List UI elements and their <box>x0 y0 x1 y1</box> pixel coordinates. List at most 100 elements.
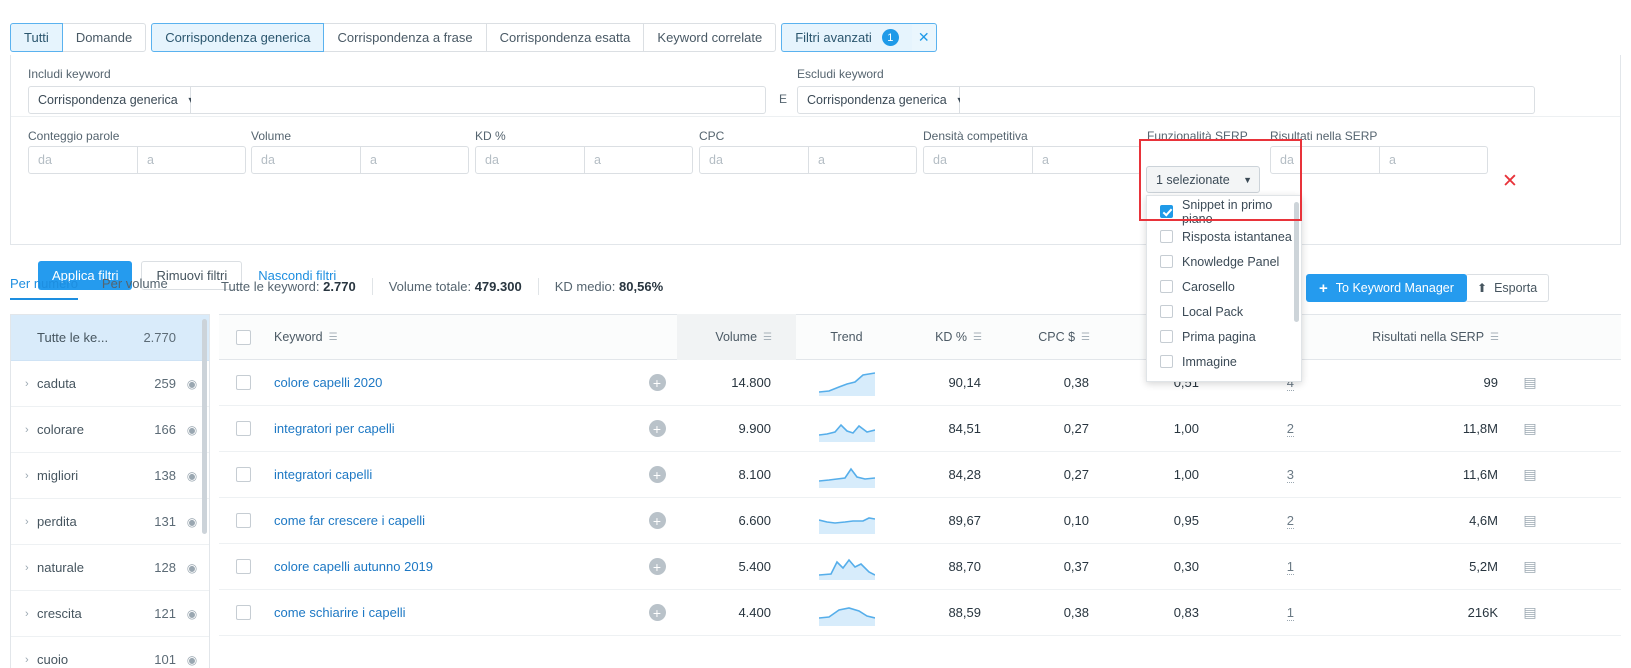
sidebar-item-colorare[interactable]: › colorare 166 ◉ <box>11 407 209 453</box>
cpc-from[interactable]: da <box>699 146 809 174</box>
row-select-cell[interactable] <box>219 513 267 528</box>
sidebar-item-migliori[interactable]: › migliori 138 ◉ <box>11 453 209 499</box>
cell-sf[interactable]: 1 <box>1213 559 1320 575</box>
serp-document-icon[interactable]: ▤ <box>1523 512 1536 529</box>
th-results[interactable]: Risultati nella SERP ☰ <box>1320 330 1510 344</box>
chevron-right-icon[interactable]: › <box>25 654 37 666</box>
cell-keyword[interactable]: colore capelli autunno 2019 <box>267 559 637 574</box>
chevron-right-icon[interactable]: › <box>25 424 37 436</box>
checkbox-icon[interactable] <box>1160 230 1173 243</box>
keyword-link[interactable]: come far crescere i capelli <box>274 513 425 528</box>
row-checkbox[interactable] <box>235 467 251 482</box>
checkbox-icon[interactable] <box>1160 280 1173 293</box>
serp-document-icon[interactable]: ▤ <box>1523 374 1536 391</box>
eye-icon[interactable]: ◉ <box>185 607 199 621</box>
serp-features-select[interactable]: 1 selezionate ▼ <box>1146 166 1260 193</box>
cell-keyword[interactable]: come schiarire i capelli <box>267 605 637 620</box>
serp-document-icon[interactable]: ▤ <box>1523 466 1536 483</box>
cell-serp-icon[interactable]: ▤ <box>1510 420 1550 437</box>
row-checkbox[interactable] <box>235 513 251 528</box>
sidebar-item-caduta[interactable]: › caduta 259 ◉ <box>11 361 209 407</box>
row-checkbox[interactable] <box>235 375 251 390</box>
row-checkbox[interactable] <box>235 421 251 436</box>
export-button[interactable]: ⬆ Esporta <box>1465 274 1550 302</box>
cell-serp-icon[interactable]: ▤ <box>1510 466 1550 483</box>
cell-sf[interactable]: 3 <box>1213 467 1320 483</box>
serp-option-local-pack[interactable]: Local Pack <box>1147 299 1301 324</box>
serp-features-dropdown[interactable]: Snippet in primo piano Risposta istantan… <box>1146 195 1302 382</box>
tab-corrispondenza-a-frase[interactable]: Corrispondenza a frase <box>323 23 487 52</box>
close-icon[interactable]: ✕ <box>911 23 937 52</box>
serp-option-risposta-istantanea[interactable]: Risposta istantanea <box>1147 224 1301 249</box>
keyword-groups-sidebar[interactable]: Tutte le ke... 2.770 › caduta 259 ◉ › co… <box>10 314 210 668</box>
cell-keyword[interactable]: colore capelli 2020 <box>267 375 637 390</box>
keyword-link[interactable]: come schiarire i capelli <box>274 605 406 620</box>
tab-domande[interactable]: Domande <box>61 23 147 52</box>
serp-option-immagine[interactable]: Immagine <box>1147 349 1301 374</box>
add-keyword-icon[interactable]: + <box>648 558 666 575</box>
subtab-per-volume[interactable]: Per volume <box>102 276 168 300</box>
sidebar-scrollbar[interactable] <box>202 319 207 534</box>
row-select-cell[interactable] <box>219 421 267 436</box>
row-select-cell[interactable] <box>219 375 267 390</box>
chevron-right-icon[interactable]: › <box>25 470 37 482</box>
word-count-from[interactable]: da <box>28 146 138 174</box>
checkbox-icon[interactable] <box>1160 255 1173 268</box>
view-subtabs[interactable]: Per numero Per volume <box>10 276 192 300</box>
cell-add[interactable]: + <box>637 604 677 621</box>
volume-from[interactable]: da <box>251 146 361 174</box>
row-checkbox[interactable] <box>235 605 251 620</box>
sort-icon[interactable]: ☰ <box>763 332 772 343</box>
cell-keyword[interactable]: integratori per capelli <box>267 421 637 436</box>
cell-add[interactable]: + <box>637 512 677 529</box>
row-select-cell[interactable] <box>219 559 267 574</box>
chevron-right-icon[interactable]: › <box>25 378 37 390</box>
subtab-per-numero[interactable]: Per numero <box>10 276 78 300</box>
include-keyword-input[interactable] <box>191 86 766 114</box>
eye-icon[interactable]: ◉ <box>185 515 199 529</box>
serp-document-icon[interactable]: ▤ <box>1523 604 1536 621</box>
sort-icon[interactable]: ☰ <box>1490 332 1499 343</box>
word-count-to[interactable]: a <box>138 146 246 174</box>
kd-to[interactable]: a <box>585 146 693 174</box>
add-keyword-icon[interactable]: + <box>648 466 666 483</box>
competitive-density-range[interactable]: da a <box>923 146 1141 174</box>
sidebar-item-naturale[interactable]: › naturale 128 ◉ <box>11 545 209 591</box>
sf-link[interactable]: 2 <box>1286 513 1294 529</box>
add-keyword-icon[interactable]: + <box>648 604 666 621</box>
eye-icon[interactable]: ◉ <box>185 377 199 391</box>
table-row[interactable]: colore capelli autunno 2019 + 5.400 88,7… <box>219 544 1621 590</box>
serp-document-icon[interactable]: ▤ <box>1523 558 1536 575</box>
sidebar-item-cuoio[interactable]: › cuoio 101 ◉ <box>11 637 209 668</box>
th-keyword[interactable]: Keyword ☰ <box>267 330 637 344</box>
eye-icon[interactable]: ◉ <box>185 469 199 483</box>
cell-serp-icon[interactable]: ▤ <box>1510 558 1550 575</box>
checkbox-icon[interactable] <box>1160 330 1173 343</box>
serp-option-carosello[interactable]: Carosello <box>1147 274 1301 299</box>
table-row[interactable]: come far crescere i capelli + 6.600 89,6… <box>219 498 1621 544</box>
add-keyword-icon[interactable]: + <box>648 374 666 391</box>
remove-filter-row-button[interactable]: ✕ <box>1502 170 1518 193</box>
th-cpc[interactable]: CPC $ ☰ <box>995 330 1103 344</box>
cell-sf[interactable]: 1 <box>1213 605 1320 621</box>
chevron-right-icon[interactable]: › <box>25 608 37 620</box>
checkbox-icon[interactable] <box>1160 205 1173 218</box>
cell-add[interactable]: + <box>637 466 677 483</box>
sort-icon[interactable]: ☰ <box>973 332 982 343</box>
cell-add[interactable]: + <box>637 420 677 437</box>
exclude-keyword-input[interactable] <box>960 86 1535 114</box>
cell-sf[interactable]: 2 <box>1213 513 1320 529</box>
th-volume[interactable]: Volume ☰ <box>677 314 796 360</box>
serp-results-to[interactable]: a <box>1380 146 1488 174</box>
sf-link[interactable]: 2 <box>1286 421 1294 437</box>
cell-add[interactable]: + <box>637 558 677 575</box>
select-all-checkbox[interactable] <box>235 329 251 345</box>
sf-link[interactable]: 3 <box>1286 467 1294 483</box>
table-row[interactable]: integratori per capelli + 9.900 84,51 0,… <box>219 406 1621 452</box>
th-kd[interactable]: KD % ☰ <box>897 330 995 344</box>
serp-results-from[interactable]: da <box>1270 146 1380 174</box>
table-row[interactable]: come schiarire i capelli + 4.400 88,59 0… <box>219 590 1621 636</box>
keyword-link[interactable]: integratori per capelli <box>274 421 395 436</box>
sort-icon[interactable]: ☰ <box>329 332 338 343</box>
exclude-match-select[interactable]: Corrispondenza generica ▼ <box>797 86 965 114</box>
